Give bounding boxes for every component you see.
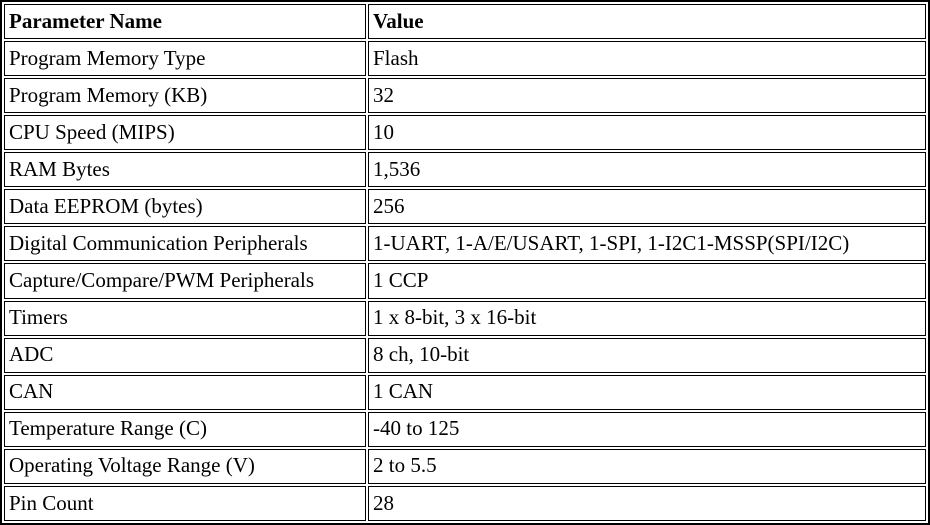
table-body: Parameter Name Value Program Memory Type…	[4, 4, 926, 521]
cell-value: 1 CAN	[368, 374, 926, 410]
cell-value: 8 ch, 10-bit	[368, 337, 926, 373]
table-row: Program Memory (KB) 32	[4, 78, 926, 114]
table-row: RAM Bytes 1,536	[4, 152, 926, 188]
cell-parameter-name: Data EEPROM (bytes)	[4, 189, 366, 225]
cell-value: 1,536	[368, 152, 926, 188]
cell-value: -40 to 125	[368, 411, 926, 447]
cell-parameter-name: CAN	[4, 374, 366, 410]
table-row: ADC 8 ch, 10-bit	[4, 337, 926, 373]
cell-parameter-name: ADC	[4, 337, 366, 373]
table-row: Data EEPROM (bytes) 256	[4, 189, 926, 225]
cell-parameter-name: Digital Communication Peripherals	[4, 226, 366, 262]
column-header-value: Value	[368, 4, 926, 40]
table-row: Temperature Range (C) -40 to 125	[4, 411, 926, 447]
column-header-parameter-name: Parameter Name	[4, 4, 366, 40]
cell-parameter-name: Capture/Compare/PWM Peripherals	[4, 263, 366, 299]
table-row: Digital Communication Peripherals 1-UART…	[4, 226, 926, 262]
cell-value: 256	[368, 189, 926, 225]
table-row: Timers 1 x 8-bit, 3 x 16-bit	[4, 300, 926, 336]
parameter-table-frame: Parameter Name Value Program Memory Type…	[0, 0, 930, 525]
cell-value: 1 CCP	[368, 263, 926, 299]
table-row: CPU Speed (MIPS) 10	[4, 115, 926, 151]
cell-parameter-name: Operating Voltage Range (V)	[4, 448, 366, 484]
table-header-row: Parameter Name Value	[4, 4, 926, 40]
cell-value: 1-UART, 1-A/E/USART, 1-SPI, 1-I2C1-MSSP(…	[368, 226, 926, 262]
table-row: Capture/Compare/PWM Peripherals 1 CCP	[4, 263, 926, 299]
cell-value: 2 to 5.5	[368, 448, 926, 484]
table-row: Pin Count 28	[4, 485, 926, 521]
cell-value: 32	[368, 78, 926, 114]
cell-parameter-name: Pin Count	[4, 485, 366, 521]
cell-value: 1 x 8-bit, 3 x 16-bit	[368, 300, 926, 336]
cell-value: 10	[368, 115, 926, 151]
cell-parameter-name: Temperature Range (C)	[4, 411, 366, 447]
cell-parameter-name: Timers	[4, 300, 366, 336]
cell-parameter-name: RAM Bytes	[4, 152, 366, 188]
cell-value: 28	[368, 485, 926, 521]
cell-parameter-name: Program Memory (KB)	[4, 78, 366, 114]
table-row: CAN 1 CAN	[4, 374, 926, 410]
cell-parameter-name: Program Memory Type	[4, 41, 366, 77]
table-row: Operating Voltage Range (V) 2 to 5.5	[4, 448, 926, 484]
table-row: Program Memory Type Flash	[4, 41, 926, 77]
cell-parameter-name: CPU Speed (MIPS)	[4, 115, 366, 151]
cell-value: Flash	[368, 41, 926, 77]
parameter-table: Parameter Name Value Program Memory Type…	[2, 2, 928, 523]
